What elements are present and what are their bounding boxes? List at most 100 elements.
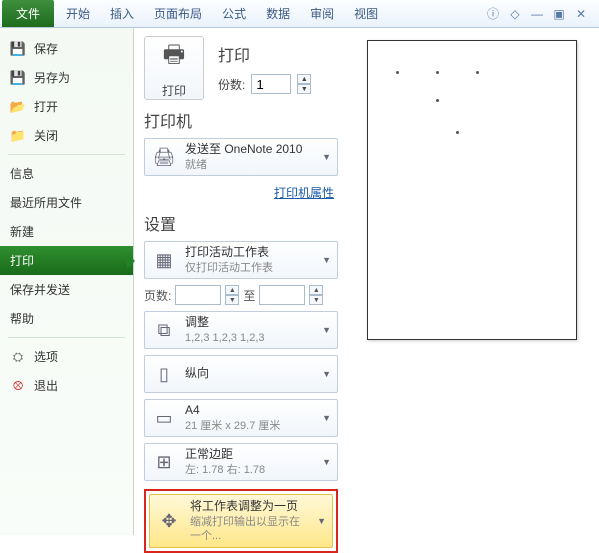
sidebar-info[interactable]: 信息 (0, 159, 133, 188)
print-scope-dropdown[interactable]: ▦ 打印活动工作表仅打印活动工作表 ▼ (144, 241, 338, 279)
dd-title: 纵向 (185, 366, 314, 382)
sheet-icon: ▦ (151, 247, 177, 273)
sidebar-close[interactable]: 📁 关闭 (0, 121, 133, 150)
print-preview (344, 28, 599, 535)
sidebar-label: 另存为 (34, 69, 70, 86)
chevron-down-icon: ▼ (322, 457, 331, 467)
close-icon[interactable]: ✕ (573, 6, 589, 22)
tab-review[interactable]: 审阅 (300, 1, 344, 26)
dd-sub: 1,2,3 1,2,3 1,2,3 (185, 331, 314, 345)
dd-sub: 缩减打印输出以显示在一个... (190, 515, 309, 544)
dd-title: 打印活动工作表 (185, 245, 314, 261)
dd-title: 正常边距 (185, 447, 314, 463)
chevron-down-icon: ▼ (322, 325, 331, 335)
pages-to-spin[interactable]: ▲▼ (309, 285, 323, 305)
dd-sub: 仅打印活动工作表 (185, 261, 314, 275)
chevron-down-icon: ▼ (322, 255, 331, 265)
sidebar-print[interactable]: 打印 (0, 246, 133, 275)
sidebar-label: 保存 (34, 40, 58, 57)
tab-view[interactable]: 视图 (344, 1, 388, 26)
collate-icon: ⧉ (151, 317, 177, 343)
tab-formulas[interactable]: 公式 (212, 1, 256, 26)
copies-spinner[interactable]: ▲▼ (297, 74, 311, 94)
sidebar-savesend[interactable]: 保存并发送 (0, 275, 133, 304)
restore-icon[interactable]: ▣ (551, 6, 567, 22)
printer-properties-link[interactable]: 打印机属性 (144, 182, 338, 203)
chevron-down-icon: ▼ (322, 152, 331, 162)
paper-icon: ▭ (151, 405, 177, 431)
close-folder-icon: 📁 (10, 128, 26, 144)
pages-label: 页数: (144, 287, 171, 304)
paper-dropdown[interactable]: ▭ A421 厘米 x 29.7 厘米 ▼ (144, 399, 338, 437)
print-heading: 打印 (218, 42, 311, 66)
sidebar-options[interactable]: ⛭ 选项 (0, 342, 133, 371)
preview-page (367, 40, 577, 340)
tab-layout[interactable]: 页面布局 (144, 1, 212, 26)
help-icon[interactable]: ⓘ (485, 6, 501, 22)
sidebar-recent[interactable]: 最近所用文件 (0, 188, 133, 217)
print-button-label: 打印 (162, 82, 186, 99)
open-icon: 📂 (10, 99, 26, 115)
copies-row: 份数: ▲▼ (218, 74, 311, 94)
collate-dropdown[interactable]: ⧉ 调整1,2,3 1,2,3 1,2,3 ▼ (144, 311, 338, 349)
pages-from-input[interactable] (175, 285, 221, 305)
minimize-icon[interactable]: — (529, 6, 545, 22)
spin-up-icon[interactable]: ▲ (297, 74, 311, 84)
saveas-icon: 💾 (10, 70, 26, 86)
sidebar-exit[interactable]: ⮾ 退出 (0, 371, 133, 400)
dd-title: 调整 (185, 315, 314, 331)
sidebar-label: 打开 (34, 98, 58, 115)
print-button[interactable]: 🖶 打印 (144, 36, 204, 100)
save-icon: 💾 (10, 41, 26, 57)
pages-from-spin[interactable]: ▲▼ (225, 285, 239, 305)
sidebar-open[interactable]: 📂 打开 (0, 92, 133, 121)
sidebar-label: 帮助 (10, 310, 34, 327)
sidebar-label: 最近所用文件 (10, 194, 82, 211)
dd-title: A4 (185, 403, 314, 419)
sidebar-label: 打印 (10, 252, 34, 269)
margins-icon: ⊞ (151, 449, 177, 475)
sidebar-label: 退出 (34, 377, 58, 394)
portrait-icon: ▯ (151, 361, 177, 387)
sidebar-help[interactable]: 帮助 (0, 304, 133, 333)
sidebar-label: 信息 (10, 165, 34, 182)
sidebar-save[interactable]: 💾 保存 (0, 34, 133, 63)
sidebar-new[interactable]: 新建 (0, 217, 133, 246)
titlebar-icons: ⓘ ◇ — ▣ ✕ (485, 6, 597, 22)
printer-icon: 🖶 (163, 37, 186, 78)
printer-name: 发送至 OneNote 2010 (185, 142, 314, 158)
dd-sub: 左: 1.78 右: 1.78 (185, 463, 314, 477)
copies-label: 份数: (218, 76, 245, 93)
tab-data[interactable]: 数据 (256, 1, 300, 26)
tab-insert[interactable]: 插入 (100, 1, 144, 26)
sidebar-label: 新建 (10, 223, 34, 240)
printer-status: 就绪 (185, 158, 314, 172)
fit-highlight: ✥ 将工作表调整为一页缩减打印输出以显示在一个... ▼ (144, 489, 338, 553)
fit-icon: ✥ (156, 508, 182, 534)
margins-dropdown[interactable]: ⊞ 正常边距左: 1.78 右: 1.78 ▼ (144, 443, 338, 481)
copies-input[interactable] (251, 74, 291, 94)
printer-device-icon: 🖨 (151, 144, 177, 170)
min-ribbon-icon[interactable]: ◇ (507, 6, 523, 22)
sidebar-label: 选项 (34, 348, 58, 365)
pages-to-input[interactable] (259, 285, 305, 305)
sidebar-label: 关闭 (34, 127, 58, 144)
chevron-down-icon: ▼ (317, 516, 326, 526)
tab-file[interactable]: 文件 (2, 0, 54, 27)
pages-to-label: 至 (243, 287, 255, 304)
ribbon-tabs: 文件 开始 插入 页面布局 公式 数据 审阅 视图 ⓘ ◇ — ▣ ✕ (0, 0, 599, 28)
sidebar-label: 保存并发送 (10, 281, 70, 298)
dd-sub: 21 厘米 x 29.7 厘米 (185, 419, 314, 433)
spin-down-icon[interactable]: ▼ (297, 84, 311, 94)
exit-icon: ⮾ (10, 378, 26, 394)
printer-dropdown[interactable]: 🖨 发送至 OneNote 2010就绪 ▼ (144, 138, 338, 176)
sidebar-saveas[interactable]: 💾 另存为 (0, 63, 133, 92)
fit-dropdown[interactable]: ✥ 将工作表调整为一页缩减打印输出以显示在一个... ▼ (149, 494, 333, 548)
tab-home[interactable]: 开始 (56, 1, 100, 26)
orientation-dropdown[interactable]: ▯ 纵向 ▼ (144, 355, 338, 393)
chevron-down-icon: ▼ (322, 413, 331, 423)
settings-heading: 设置 (144, 211, 338, 235)
options-icon: ⛭ (10, 349, 26, 365)
backstage-sidebar: 💾 保存 💾 另存为 📂 打开 📁 关闭 信息 最近所用文件 新建 打印 保存并发送 帮… (0, 28, 134, 535)
pages-row: 页数: ▲▼ 至 ▲▼ (144, 285, 338, 305)
